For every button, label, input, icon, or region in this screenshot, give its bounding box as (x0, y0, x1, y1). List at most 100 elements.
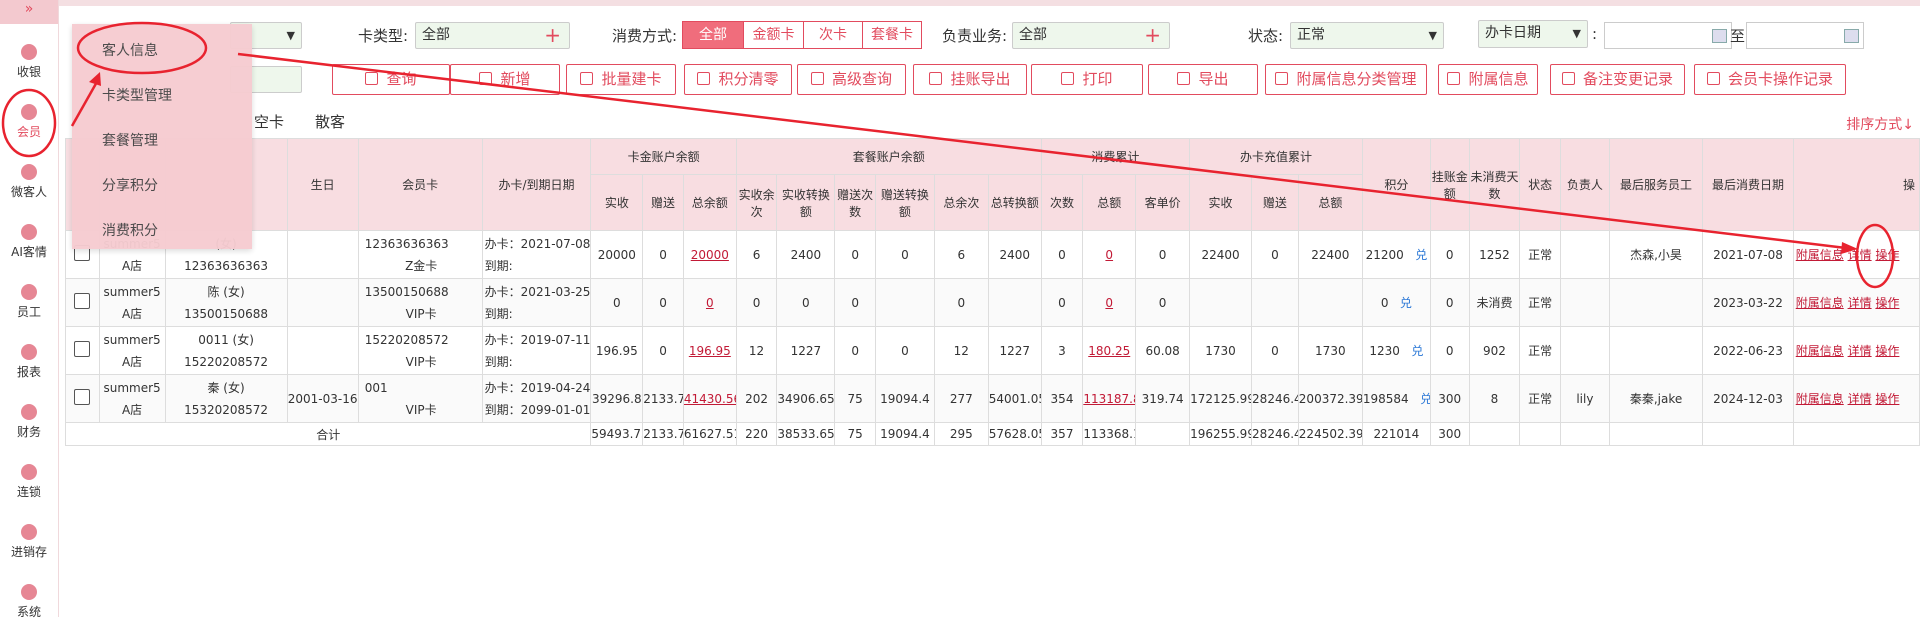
idle-days-cell: 902 (1468, 326, 1521, 375)
business-select[interactable]: 全部 + (1012, 22, 1170, 49)
edit-icon (1706, 72, 1720, 85)
table-row[interactable]: summer5 A店 秦 (女) 15320208572 2001-03-16 001 VI… (65, 374, 1920, 423)
credit-export-button[interactable]: 挂账导出 (913, 64, 1027, 95)
attach-category-button[interactable]: 附属信息分类管理 (1265, 64, 1427, 95)
attach-info-button[interactable]: 附属信息 (1438, 64, 1538, 95)
redeem-link[interactable]: 兑 (1411, 344, 1423, 358)
sort-toggle[interactable]: 排序方式↓ (1846, 114, 1914, 134)
sidebar-item-inventory[interactable]: 进销存 (0, 524, 58, 560)
calendar-icon[interactable] (1712, 29, 1727, 43)
operate-link[interactable]: 操作 (1875, 344, 1899, 358)
row-checkbox[interactable] (74, 389, 91, 405)
detail-link[interactable]: 详情 (1848, 248, 1872, 262)
birthday-cell (286, 326, 359, 375)
card-log-button[interactable]: 会员卡操作记录 (1694, 64, 1846, 95)
sidebar-item-staff[interactable]: 员工 (0, 284, 58, 320)
attach-info-link[interactable]: 附属信息 (1796, 296, 1844, 310)
calendar-icon[interactable] (1844, 29, 1859, 43)
menu-item-consume-points[interactable]: 消费积分 (102, 220, 158, 240)
start-date-input[interactable] (1604, 22, 1732, 49)
query-button[interactable]: 查询 (332, 64, 450, 95)
sidebar-item-ai[interactable]: AI客情 (0, 224, 58, 260)
batch-create-button[interactable]: 批量建卡 (566, 64, 676, 95)
sidebar-item-report[interactable]: 报表 (0, 344, 58, 380)
operate-link[interactable]: 操作 (1875, 392, 1899, 406)
total-label: 合计 (64, 422, 592, 446)
redeem-link[interactable]: 兑 (1400, 296, 1412, 310)
status-select[interactable]: 正常 ▼ (1290, 22, 1444, 49)
redeem-link[interactable]: 兑 (1420, 392, 1429, 406)
total-cell: 224502.39 (1297, 422, 1363, 446)
menu-item-card-type[interactable]: 卡类型管理 (102, 85, 172, 105)
c-total-link[interactable]: 196.95 (689, 344, 731, 358)
status-label: 状态: (1248, 27, 1284, 45)
total-cell (1519, 422, 1561, 446)
edit-icon (1561, 72, 1575, 85)
menu-item-customer-info[interactable]: 客人信息 (102, 40, 158, 60)
c-total-link[interactable]: 20000 (691, 248, 729, 262)
operate-link[interactable]: 操作 (1875, 296, 1899, 310)
sidebar-item-member[interactable]: 会员 (0, 104, 58, 140)
consume-mode-amount-card[interactable]: 金额卡 (743, 21, 804, 49)
attach-info-link[interactable]: 附属信息 (1796, 392, 1844, 406)
total-cell: 61627.51 (682, 422, 737, 446)
menu-item-package[interactable]: 套餐管理 (102, 130, 158, 150)
s-total-cell: 113187.85 (1082, 374, 1137, 423)
plus-icon[interactable]: + (544, 23, 561, 47)
attach-info-link[interactable]: 附属信息 (1796, 344, 1844, 358)
card-number: 13500150688 (364, 284, 449, 299)
table-row[interactable]: summer5 A店 陈 (女) 13500150688 13500150688 VIP卡… (65, 278, 1920, 327)
sidebar-item-wechat-customer[interactable]: 微客人 (0, 164, 58, 200)
consume-mode-all[interactable]: 全部 (682, 21, 744, 49)
card-cell: 15220208572 VIP卡 (357, 326, 483, 375)
birthday-header: 生日 (286, 138, 359, 231)
sidebar-item-system[interactable]: 系统 (0, 584, 58, 620)
clear-points-button[interactable]: 积分清零 (684, 64, 792, 95)
c-gift-cell: 0 (642, 230, 684, 279)
chevron-down-icon: ▼ (1428, 29, 1437, 42)
date-type-select[interactable]: 办卡日期 ▼ (1478, 20, 1588, 48)
s-total-link[interactable]: 113187.85 (1084, 392, 1135, 406)
sidebar-item-cashier[interactable]: 收银 (0, 44, 58, 80)
advanced-query-button[interactable]: 高级查询 (797, 64, 906, 95)
consume-mode-times-card[interactable]: 次卡 (803, 21, 863, 49)
expand-sidebar-icon[interactable]: » (0, 0, 58, 24)
s-total-link[interactable]: 0 (1105, 296, 1113, 310)
s-total-cell: 0 (1082, 278, 1137, 327)
add-button[interactable]: 新增 (450, 64, 560, 95)
menu-item-share-points[interactable]: 分享积分 (102, 175, 158, 195)
detail-link[interactable]: 详情 (1848, 344, 1872, 358)
sidebar-item-finance[interactable]: 财务 (0, 404, 58, 440)
sidebar-item-chain[interactable]: 连锁 (0, 464, 58, 500)
end-date-input[interactable] (1746, 22, 1864, 49)
s-total-link[interactable]: 180.25 (1088, 344, 1130, 358)
export-button[interactable]: 导出 (1148, 64, 1258, 95)
detail-link[interactable]: 详情 (1848, 296, 1872, 310)
row-checkbox[interactable] (74, 293, 91, 309)
sub-header: 总余次 (933, 174, 989, 231)
consume-mode-package-card[interactable]: 套餐卡 (862, 21, 922, 49)
c-total-link[interactable]: 0 (706, 296, 714, 310)
plus-icon[interactable]: + (1144, 23, 1161, 47)
remark-log-button[interactable]: 备注变更记录 (1550, 64, 1685, 95)
row-checkbox[interactable] (74, 341, 91, 357)
table-row[interactable]: summer5 A店 0011 (女) 15220208572 15220208572 V… (65, 326, 1920, 375)
member-dropdown-menu: 客人信息 卡类型管理 套餐管理 分享积分 消费积分 (72, 24, 252, 249)
redeem-link[interactable]: 兑 (1415, 248, 1427, 262)
operate-link[interactable]: 操作 (1875, 248, 1899, 262)
tab-empty-card[interactable]: 空卡 (254, 111, 284, 132)
table-row[interactable]: summer5A店(女)1236363636312363636363Z金卡办卡：… (65, 230, 1920, 279)
total-cell: 221014 (1361, 422, 1431, 446)
detail-link[interactable]: 详情 (1848, 392, 1872, 406)
attach-info-link[interactable]: 附属信息 (1796, 248, 1844, 262)
tab-walk-in[interactable]: 散客 (315, 111, 345, 132)
r-total-cell: 1730 (1297, 326, 1363, 375)
card-type-select[interactable]: 全部 + (415, 22, 570, 49)
sub-header: 赠送 (1251, 174, 1299, 231)
print-button[interactable]: 打印 (1031, 64, 1143, 95)
open-date: 办卡：2021-03-25 (484, 284, 591, 299)
search-icon (365, 72, 379, 85)
s-total-link[interactable]: 0 (1105, 248, 1113, 262)
card-type: VIP卡 (405, 354, 437, 369)
c-total-link[interactable]: 41430.56 (684, 392, 735, 406)
